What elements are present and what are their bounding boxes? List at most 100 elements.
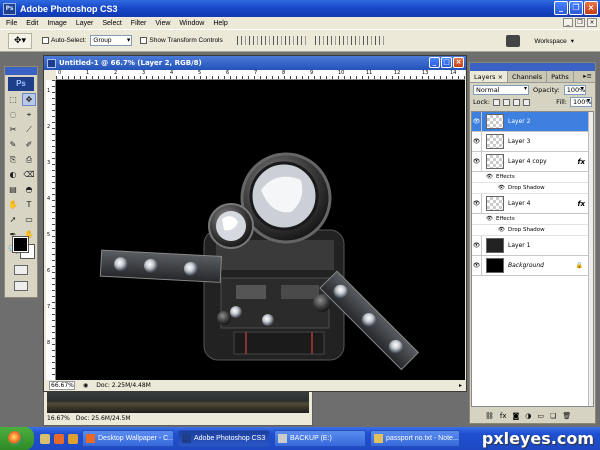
new-group-icon[interactable]: ▭ [537,412,544,420]
fx-icon[interactable]: fx [577,200,585,208]
add-style-icon[interactable]: fx [500,412,507,420]
layers-scrollbar[interactable] [588,112,593,406]
align-right-icon[interactable] [296,36,306,45]
menu-window[interactable]: Window [179,20,204,27]
lasso-tool-icon[interactable]: ◌ [6,108,20,121]
align-vcenter-icon[interactable] [248,36,258,45]
marquee-tool-icon[interactable]: ⬚ [6,93,20,106]
align-top-icon[interactable] [236,36,246,45]
gradient-tool-icon[interactable]: ⌫ [22,168,36,181]
doc-restore-button[interactable]: ❐ [575,18,585,27]
menu-select[interactable]: Select [102,20,121,27]
visibility-eye-icon[interactable]: 👁 [472,152,482,171]
visibility-eye-icon[interactable]: 👁 [498,227,505,233]
menu-filter[interactable]: Filter [131,20,147,27]
firefox-icon[interactable] [54,433,64,444]
zoom-level-field[interactable]: 66.67% [49,380,75,390]
canvas[interactable] [56,80,465,380]
tab-channels[interactable]: Channels [508,71,548,82]
auto-select-dropdown[interactable]: Group [90,35,133,46]
foreground-color-swatch[interactable] [12,236,29,253]
layer-row[interactable]: 👁 Layer 1 [472,236,593,256]
visibility-eye-icon[interactable]: 👁 [486,216,493,222]
align-hcenter-icon[interactable] [284,36,294,45]
task-photoshop[interactable]: Adobe Photoshop CS3 [178,430,270,447]
crop-tool-icon[interactable]: ✂ [6,123,20,136]
clone-stamp-icon[interactable]: ⎘ [6,153,20,166]
panel-header[interactable] [470,63,595,71]
document-title-bar[interactable]: Untitled-1 @ 66.7% (Layer 2, RGB/8) _ □ … [44,56,466,70]
menu-layer[interactable]: Layer [76,20,94,27]
zoom-level[interactable]: 16.67% [47,415,70,422]
visibility-eye-icon[interactable]: 👁 [472,194,482,213]
link-layers-icon[interactable]: ⛓ [485,412,494,420]
type-tool-icon[interactable]: T [22,198,36,211]
layer-name[interactable]: Layer 4 copy [508,158,547,165]
layer-name[interactable]: Background [508,262,544,269]
add-mask-icon[interactable]: ◙ [513,412,520,420]
lock-pixels-icon[interactable] [503,98,511,106]
restore-button[interactable]: ❐ [569,1,583,15]
visibility-eye-icon[interactable]: 👁 [472,112,482,131]
menu-view[interactable]: View [155,20,170,27]
eraser-tool-icon[interactable]: ◐ [6,168,20,181]
quick-mask-icon[interactable] [14,265,28,275]
blur-tool-icon[interactable]: ▤ [6,183,20,196]
close-button[interactable]: × [584,1,598,15]
path-selection-icon[interactable]: ➚ [6,213,20,226]
doc-maximize-button[interactable]: □ [441,57,452,68]
task-notepad[interactable]: passport no.txt - Note... [370,430,460,447]
visibility-eye-icon[interactable]: 👁 [498,185,505,191]
palette-well-icon[interactable] [506,35,521,47]
distribute-top-icon[interactable] [314,36,324,45]
effects-row[interactable]: 👁 Effects [472,214,593,225]
lock-position-icon[interactable] [513,98,521,106]
status-info-icon[interactable]: ◉ [83,382,88,389]
vertical-ruler[interactable]: 1 2 3 4 5 6 7 8 [46,80,56,380]
rectangle-tool-icon[interactable]: ▭ [22,213,36,226]
visibility-eye-icon[interactable]: 👁 [472,236,482,255]
status-arrow-icon[interactable]: ▸ [459,382,462,389]
fill-field[interactable]: 100% [570,97,592,107]
distribute-vcenter-icon[interactable] [326,36,336,45]
doc-minimize-button[interactable]: _ [429,57,440,68]
drop-shadow-row[interactable]: 👁 Drop Shadow [472,183,593,194]
folder-icon[interactable] [40,433,50,444]
visibility-eye-icon[interactable]: 👁 [486,174,493,180]
distribute-right-icon[interactable] [374,36,384,45]
menu-file[interactable]: File [6,20,17,27]
effects-row[interactable]: 👁 Effects [472,172,593,183]
layer-name[interactable]: Layer 1 [508,242,530,249]
visibility-eye-icon[interactable]: 👁 [472,132,482,151]
tab-paths[interactable]: Paths [547,71,574,82]
healing-brush-icon[interactable]: ✎ [6,138,20,151]
minimize-button[interactable]: _ [554,1,568,15]
brush-tool-icon[interactable]: ✐ [22,138,36,151]
layer-row[interactable]: 👁 Background 🔒 [472,256,593,276]
doc-minimize-button[interactable]: _ [563,18,573,27]
layer-row[interactable]: 👁 Layer 4 fx [472,194,593,214]
move-tool-preset[interactable]: ✥▾ [8,32,32,49]
menu-help[interactable]: Help [213,20,227,27]
menu-image[interactable]: Image [47,20,66,27]
distribute-left-icon[interactable] [350,36,360,45]
magic-wand-tool-icon[interactable]: ⌖ [22,108,36,121]
layer-name[interactable]: Layer 2 [508,118,530,125]
layer-name[interactable]: Layer 3 [508,138,530,145]
horizontal-ruler[interactable]: 0 1 2 3 4 5 6 7 8 9 10 11 12 13 14 [56,70,465,80]
new-layer-icon[interactable]: ❏ [550,412,556,420]
slice-tool-icon[interactable]: ⟋ [22,123,36,136]
layer-row[interactable]: 👁 Layer 3 [472,132,593,152]
history-brush-icon[interactable]: ⎙ [22,153,36,166]
move-tool-icon[interactable]: ✥ [22,93,36,106]
auto-select-checkbox[interactable] [42,36,51,44]
layer-row[interactable]: 👁 Layer 4 copy fx [472,152,593,172]
workspace-button[interactable]: Workspace [534,38,566,45]
ps-logo[interactable]: Ps [8,77,34,91]
trash-icon[interactable]: 🗑 [562,412,571,420]
start-button[interactable] [0,427,34,450]
screen-mode-icon[interactable] [14,281,28,291]
visibility-eye-icon[interactable]: 👁 [472,256,482,275]
doc-close-button[interactable]: × [587,18,597,27]
layer-row[interactable]: 👁 Layer 2 [472,112,593,132]
